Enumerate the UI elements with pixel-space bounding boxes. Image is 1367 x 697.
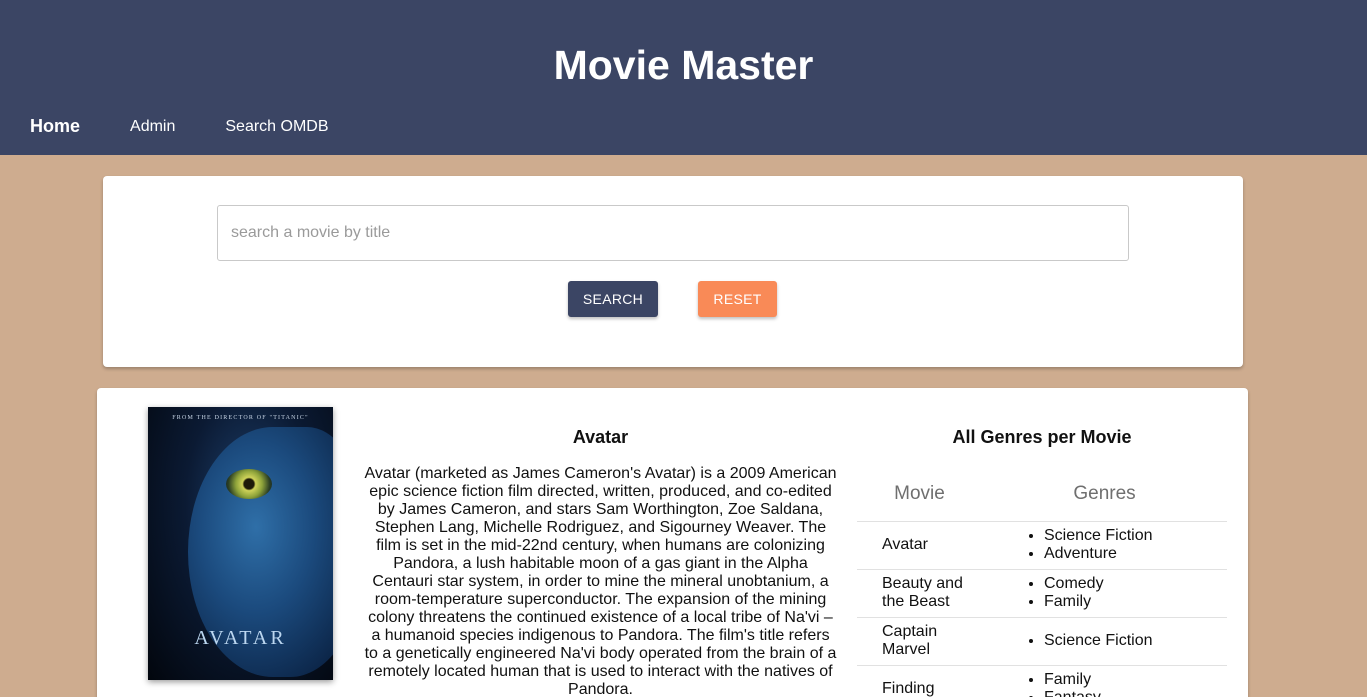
nav-home[interactable]: Home <box>30 116 80 137</box>
movie-card: FROM THE DIRECTOR OF "TITANIC" AVATAR Av… <box>97 388 1248 697</box>
genres-cell: Comedy Family <box>982 569 1227 618</box>
genre-list: Family Fantasy <box>982 671 1227 697</box>
genre-item: Science Fiction <box>1044 527 1227 545</box>
genres-cell: Family Fantasy <box>982 665 1227 697</box>
movie-cell: Captain Marvel <box>857 617 982 666</box>
movie-poster: FROM THE DIRECTOR OF "TITANIC" AVATAR <box>148 407 333 680</box>
genre-item: Family <box>1044 671 1227 689</box>
search-card: SEARCH RESET <box>103 176 1243 367</box>
genre-item: Comedy <box>1044 575 1227 593</box>
genre-list: Science Fiction <box>982 632 1227 650</box>
genre-item: Fantasy <box>1044 689 1227 697</box>
column-header-movie: Movie <box>857 468 982 522</box>
movie-cell: Beauty and the Beast <box>857 569 982 618</box>
genre-item: Family <box>1044 593 1227 611</box>
poster-name: AVATAR <box>194 627 287 649</box>
reset-button[interactable]: RESET <box>698 281 777 317</box>
main-nav: Home Admin Search OMDB <box>30 116 379 137</box>
table-row: Captain Marvel Science Fiction <box>857 617 1227 666</box>
genre-item: Science Fiction <box>1044 632 1227 650</box>
poster-tagline: FROM THE DIRECTOR OF "TITANIC" <box>172 415 309 421</box>
search-input[interactable] <box>217 205 1129 261</box>
table-row: Beauty and the Beast Comedy Family <box>857 569 1227 618</box>
genres-cell: Science Fiction <box>982 617 1227 666</box>
genre-item: Adventure <box>1044 545 1227 563</box>
movie-cell: Finding <box>857 665 982 697</box>
table-row: Avatar Science Fiction Adventure <box>857 521 1227 570</box>
genres-title: All Genres per Movie <box>952 427 1132 447</box>
app-title: Movie Master <box>553 42 814 88</box>
table-row: Finding Family Fantasy <box>857 665 1227 697</box>
movie-cell: Avatar <box>857 521 982 570</box>
genres-table: Movie Genres Avatar Science Fiction Adve… <box>857 468 1227 697</box>
column-header-genres: Genres <box>982 468 1227 522</box>
movie-description: Avatar (marketed as James Cameron's Avat… <box>364 465 837 697</box>
nav-search-omdb[interactable]: Search OMDB <box>225 118 328 136</box>
nav-admin[interactable]: Admin <box>130 118 175 136</box>
app-header: Movie Master Home Admin Search OMDB <box>0 0 1367 155</box>
genres-cell: Science Fiction Adventure <box>982 521 1227 570</box>
genre-list: Comedy Family <box>982 575 1227 611</box>
search-button[interactable]: SEARCH <box>568 281 658 317</box>
poster-eye <box>226 469 272 499</box>
table-header-row: Movie Genres <box>857 468 1227 522</box>
genre-list: Science Fiction Adventure <box>982 527 1227 563</box>
movie-title: Avatar <box>572 427 629 447</box>
